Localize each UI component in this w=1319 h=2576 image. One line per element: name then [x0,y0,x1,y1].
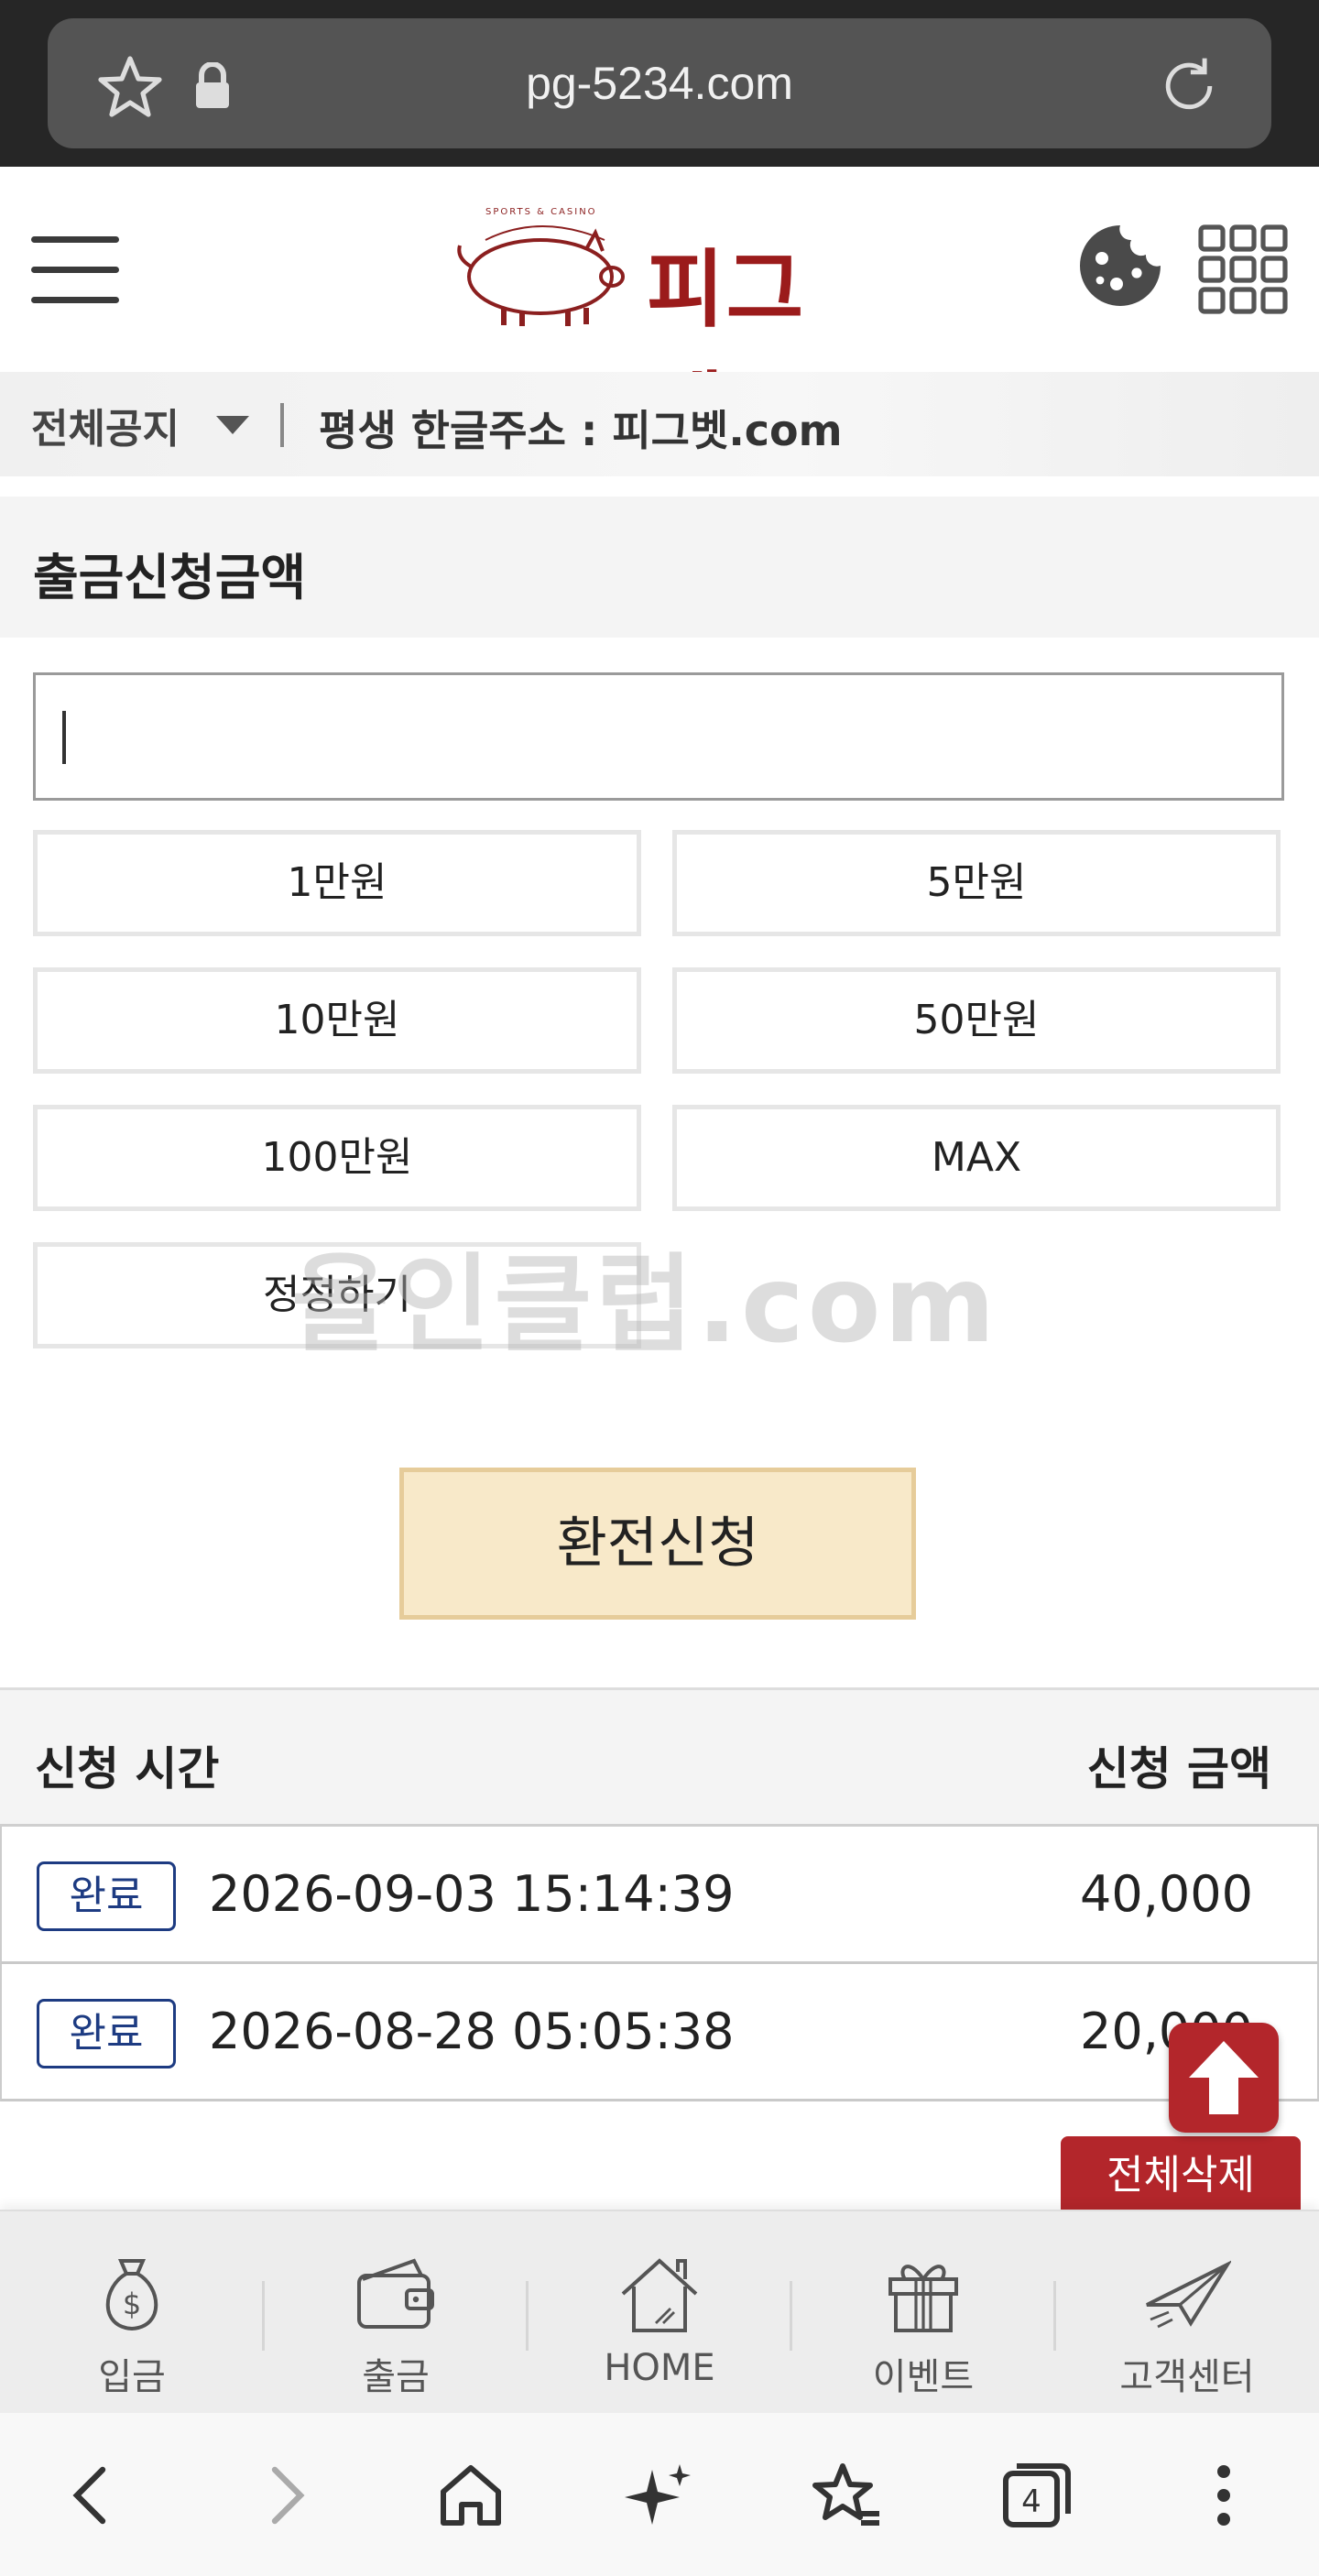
row-time: 2026-09-03 15:14:39 [209,1865,735,1923]
tabs-icon[interactable]: 4 [998,2459,1072,2532]
forward-arrow-icon[interactable] [249,2459,322,2532]
caret-down-icon[interactable] [216,416,249,434]
row-amount: 40,000 [1080,1865,1253,1923]
nav-label: HOME [604,2347,715,2389]
sparkle-icon[interactable] [623,2459,696,2532]
amount-button-100k[interactable]: 10만원 [33,967,641,1074]
gift-icon [888,2265,958,2332]
nav-label: 입금 [98,2356,166,2398]
divider [280,403,284,447]
cookie-icon[interactable] [1076,222,1164,310]
withdraw-history-table: 신청 시간 신청 금액 완료 2026-09-03 15:14:39 40,00… [0,1687,1319,2101]
more-menu-icon[interactable] [1187,2459,1260,2532]
home-icon[interactable] [434,2459,507,2532]
apps-grid-icon[interactable] [1197,224,1289,315]
delete-all-button[interactable]: 전체삭제 [1061,2136,1301,2215]
table-header: 신청 시간 신청 금액 [0,1687,1319,1827]
amount-button-500k[interactable]: 50만원 [672,967,1281,1074]
row-time: 2026-08-28 05:05:38 [209,2003,735,2060]
amount-button-1m[interactable]: 100만원 [33,1105,641,1211]
nav-support[interactable]: 고객센터 [1055,2211,1319,2415]
url-bar[interactable]: pg-5234.com [48,18,1271,148]
wallet-icon [357,2258,434,2329]
section-title: 출금신청금액 [33,549,307,606]
column-header-amount: 신청 금액 [1086,1742,1271,1796]
withdraw-amount-input[interactable] [33,672,1284,801]
column-header-time: 신청 시간 [35,1742,220,1796]
nav-label: 이벤트 [872,2356,975,2398]
browser-bottom-toolbar: 4 [0,2413,1319,2576]
nav-event[interactable]: 이벤트 [791,2211,1055,2415]
amount-button-max[interactable]: MAX [672,1105,1281,1211]
logo-tagline: SPORTS & CASINO [485,207,597,217]
site-logo[interactable]: 피그벳 SPORTS & CASINO [449,203,870,461]
svg-text:$: $ [123,2287,141,2321]
reload-icon[interactable] [1154,51,1224,121]
paper-plane-icon [1146,2260,1231,2329]
reset-button[interactable]: 정정하기 [33,1242,641,1348]
pig-logo-icon [457,225,625,326]
nav-label: 출금 [362,2356,430,2398]
notice-text: 평생 한글주소 : 피그벳.com [319,406,843,455]
text-cursor [62,711,66,764]
arrow-up-icon [1189,2041,1259,2114]
nav-withdraw[interactable]: 출금 [264,2211,528,2415]
browser-top-bar: pg-5234.com [0,0,1319,167]
table-row[interactable]: 완료 2026-08-28 05:05:38 20,000 [0,1964,1319,2101]
money-bag-icon: $ [105,2259,158,2331]
withdraw-title-bar: 출금신청금액 [0,497,1319,638]
amount-button-10k[interactable]: 1만원 [33,830,641,936]
status-badge: 완료 [37,1999,176,2068]
nav-label: 고객센터 [1119,2356,1255,2398]
menu-icon[interactable] [31,229,119,311]
site-header: 피그벳 SPORTS & CASINO [0,167,1319,461]
site-bottom-nav: $ 입금 출금 HOME 이벤트 고객센터 [0,2210,1319,2413]
bookmarks-star-icon[interactable] [810,2459,883,2532]
amount-button-50k[interactable]: 5만원 [672,830,1281,936]
notice-bar: 전체공지 평생 한글주소 : 피그벳.com [0,372,1319,476]
submit-exchange-button[interactable]: 환전신청 [399,1468,916,1620]
nav-deposit[interactable]: $ 입금 [0,2211,264,2415]
back-arrow-icon[interactable] [55,2459,128,2532]
table-row[interactable]: 완료 2026-09-03 15:14:39 40,000 [0,1827,1319,1964]
url-text[interactable]: pg-5234.com [48,18,1271,148]
notice-dropdown-label[interactable]: 전체공지 [31,396,180,454]
tab-count: 4 [1021,2483,1041,2520]
home-icon [621,2258,698,2332]
nav-home[interactable]: HOME [528,2211,791,2415]
scroll-to-top-button[interactable] [1169,2023,1279,2133]
status-badge: 완료 [37,1861,176,1931]
